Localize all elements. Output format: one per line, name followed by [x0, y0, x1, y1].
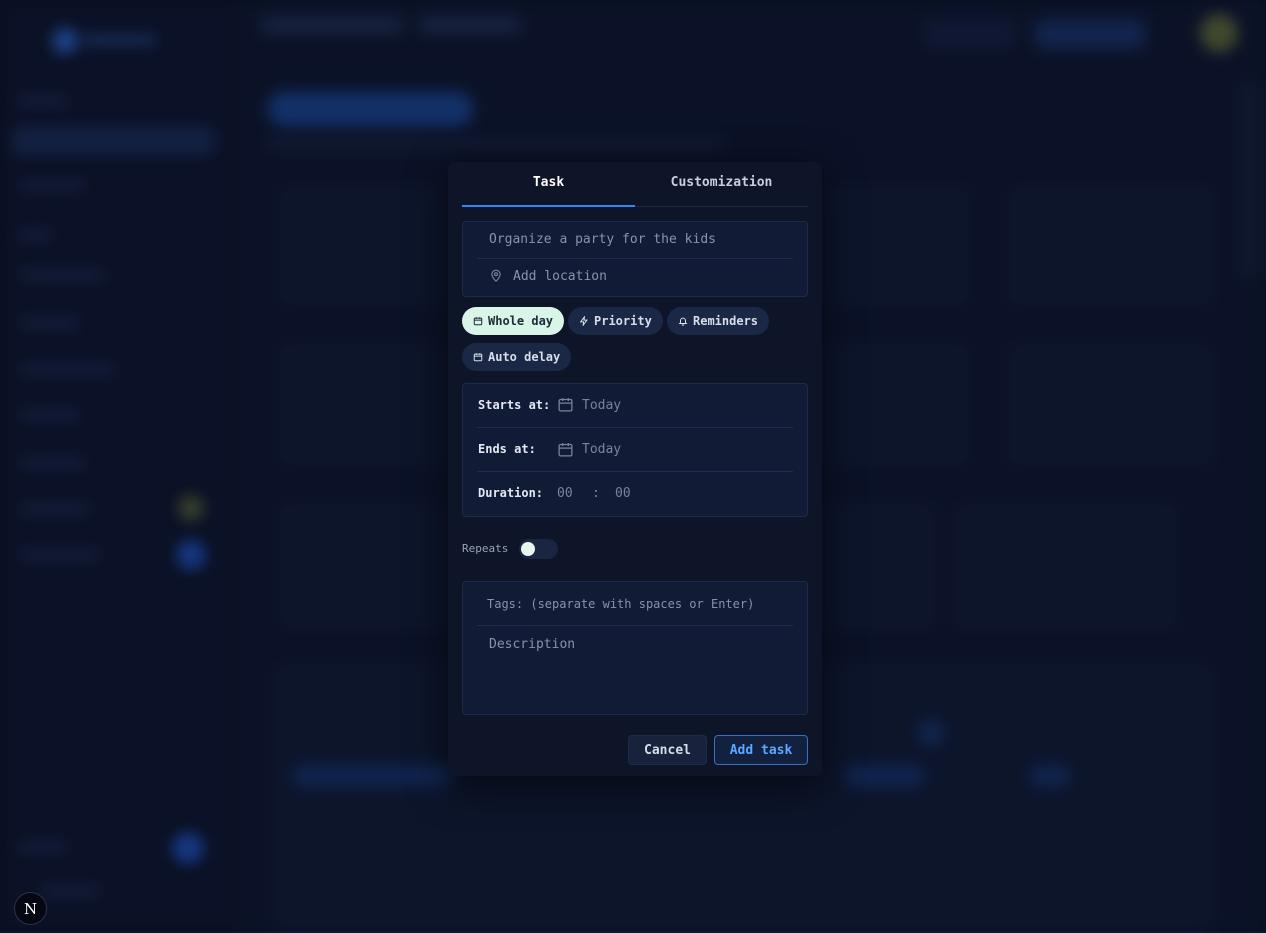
- reminders-chip[interactable]: Reminders: [667, 307, 770, 335]
- starts-at-label: Starts at:: [478, 398, 551, 412]
- duration-separator: :: [592, 486, 600, 501]
- duration-label: Duration:: [478, 486, 544, 500]
- divider: [477, 427, 793, 428]
- add-task-button[interactable]: Add task: [714, 735, 808, 765]
- divider: [477, 625, 793, 626]
- divider: [477, 258, 793, 259]
- chip-label: Reminders: [693, 314, 759, 328]
- ends-at-label: Ends at:: [478, 442, 536, 456]
- dialog-tabs: Task Customization: [462, 162, 808, 207]
- ends-at-picker[interactable]: Today: [582, 442, 621, 457]
- cancel-button[interactable]: Cancel: [628, 735, 707, 765]
- location-input[interactable]: Add location: [513, 269, 607, 284]
- chip-label: Auto delay: [488, 350, 561, 364]
- calendar-icon: [558, 398, 573, 412]
- starts-at-picker[interactable]: Today: [582, 398, 621, 413]
- task-title-input[interactable]: Organize a party for the kids: [489, 232, 716, 247]
- schedule-box: Starts at: Today Ends at: Today Duration…: [462, 383, 808, 517]
- repeats-label: Repeats: [462, 542, 509, 555]
- location-pin-icon: [491, 269, 501, 283]
- description-textarea[interactable]: Description: [489, 637, 575, 652]
- duration-hours-input[interactable]: 00: [557, 486, 573, 501]
- tags-input[interactable]: Tags: (separate with spaces or Enter): [487, 597, 754, 611]
- calendar-icon: [473, 353, 483, 362]
- tags-description-box: Tags: (separate with spaces or Enter) De…: [462, 581, 808, 715]
- divider: [477, 471, 793, 472]
- chip-label: Whole day: [488, 314, 554, 328]
- calendar-icon: [558, 443, 573, 457]
- tab-customization[interactable]: Customization: [635, 162, 808, 206]
- bell-icon: [678, 317, 688, 326]
- toggle-knob: [521, 542, 535, 556]
- bolt-icon: [579, 316, 588, 326]
- dev-tools-badge[interactable]: N: [14, 892, 47, 925]
- duration-minutes-input[interactable]: 00: [615, 486, 631, 501]
- title-location-box: Organize a party for the kids Add locati…: [462, 221, 808, 297]
- whole-day-chip[interactable]: Whole day: [462, 307, 565, 335]
- chip-label: Priority: [594, 314, 652, 328]
- priority-chip[interactable]: Priority: [568, 307, 663, 335]
- add-task-dialog: Task Customization Organize a party for …: [448, 162, 822, 776]
- tab-task[interactable]: Task: [462, 162, 635, 207]
- calendar-icon: [473, 317, 483, 326]
- auto-delay-chip[interactable]: Auto delay: [462, 343, 572, 371]
- repeats-toggle[interactable]: [519, 539, 558, 559]
